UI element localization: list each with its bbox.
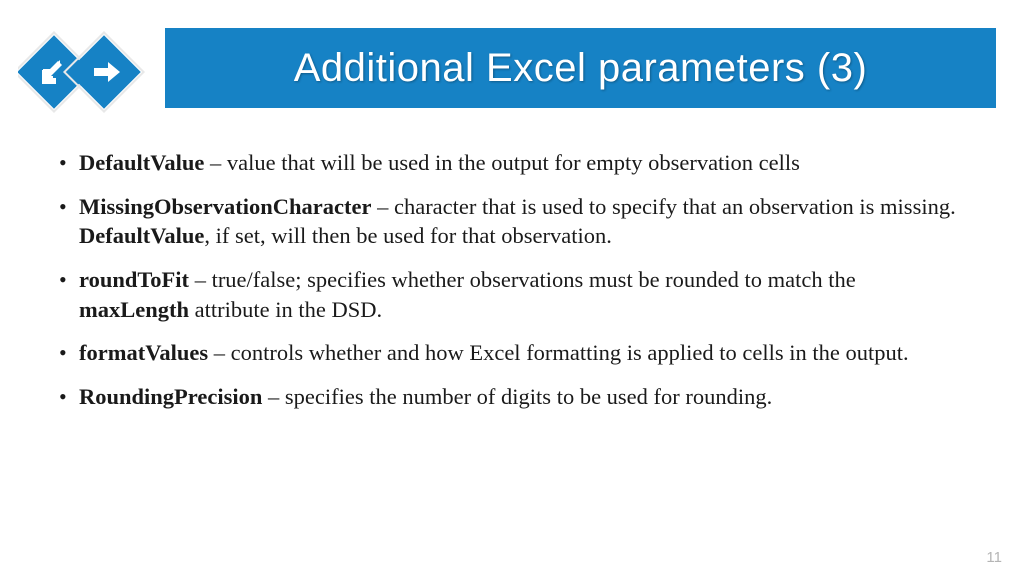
slide-content: DefaultValue – value that will be used i… <box>0 130 1024 412</box>
page-number: 11 <box>986 549 1002 566</box>
parameter-description: value that will be used in the output fo… <box>227 150 800 175</box>
parameter-name: roundToFit <box>79 267 189 292</box>
inline-bold: maxLength <box>79 297 189 322</box>
inline-bold: DefaultValue <box>79 223 204 248</box>
parameter-name: MissingObservationCharacter <box>79 194 371 219</box>
separator: – <box>208 340 231 365</box>
slide-header: Additional Excel parameters (3) <box>0 0 1024 130</box>
parameter-description: controls whether and how Excel formattin… <box>231 340 909 365</box>
parameter-description: specifies the number of digits to be use… <box>285 384 772 409</box>
list-item: MissingObservationCharacter – character … <box>55 192 969 251</box>
list-item: RoundingPrecision – specifies the number… <box>55 382 969 412</box>
separator: – <box>204 150 227 175</box>
separator: – <box>262 384 285 409</box>
list-item: DefaultValue – value that will be used i… <box>55 148 969 178</box>
title-bar: Additional Excel parameters (3) <box>165 28 996 108</box>
parameter-list: DefaultValue – value that will be used i… <box>55 148 969 412</box>
list-item: formatValues – controls whether and how … <box>55 338 969 368</box>
arrows-logo-icon <box>18 22 153 122</box>
parameter-description-cont: , if set, will then be used for that obs… <box>204 223 611 248</box>
parameter-description: true/false; specifies whether observatio… <box>212 267 856 292</box>
parameter-name: formatValues <box>79 340 208 365</box>
list-item: roundToFit – true/false; specifies wheth… <box>55 265 969 324</box>
slide-title: Additional Excel parameters (3) <box>294 46 868 91</box>
parameter-description-cont: attribute in the DSD. <box>189 297 382 322</box>
separator: – <box>371 194 394 219</box>
parameter-name: DefaultValue <box>79 150 204 175</box>
parameter-name: RoundingPrecision <box>79 384 262 409</box>
separator: – <box>189 267 212 292</box>
parameter-description: character that is used to specify that a… <box>394 194 956 219</box>
